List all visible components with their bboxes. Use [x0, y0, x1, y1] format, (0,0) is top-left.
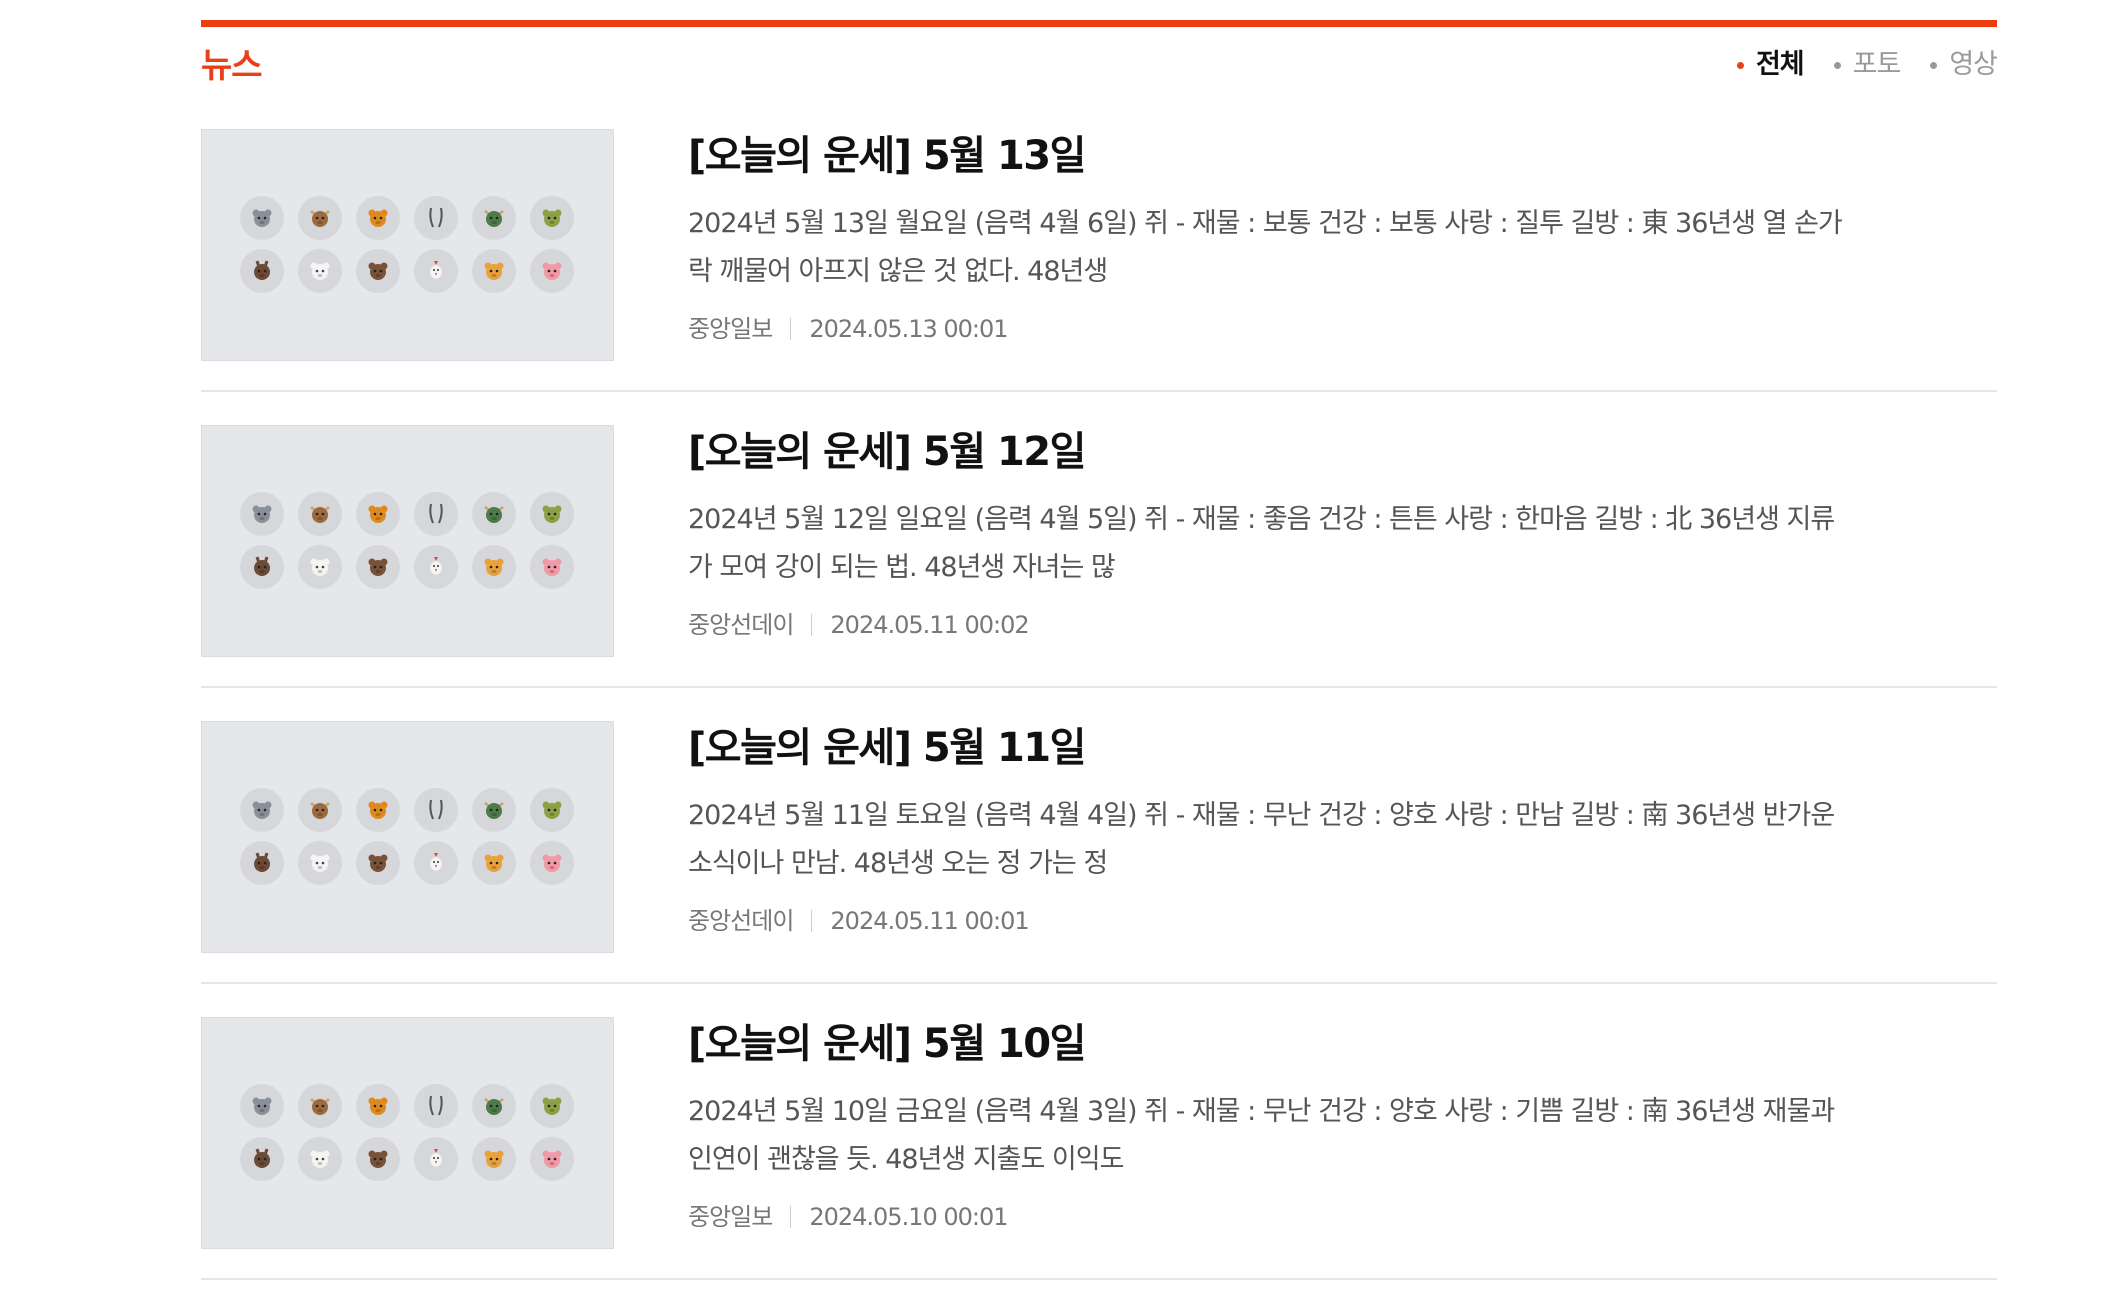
zodiac-grid	[240, 492, 574, 589]
horse-icon	[240, 249, 284, 293]
monkey-icon	[356, 1137, 400, 1181]
section-title: 뉴스	[201, 46, 263, 86]
section-top-bar	[201, 20, 1997, 27]
ox-icon	[298, 788, 342, 832]
article-datetime: 2024.05.10 00:01	[809, 1203, 1008, 1231]
rabbit-icon	[414, 1084, 458, 1128]
horse-icon	[240, 545, 284, 589]
dog-icon	[472, 249, 516, 293]
filter-label: 포토	[1852, 49, 1902, 80]
snake-icon	[530, 196, 574, 240]
zodiac-grid	[240, 1084, 574, 1181]
rabbit-icon	[414, 492, 458, 536]
ox-icon	[298, 196, 342, 240]
zodiac-grid	[240, 788, 574, 885]
pig-icon	[530, 841, 574, 885]
article-summary[interactable]: 2024년 5월 12일 일요일 (음력 4월 5일) 쥐 - 재물 : 좋음 …	[688, 496, 1848, 592]
article-title[interactable]: [오늘의 운세] 5월 13일	[688, 128, 1086, 184]
snake-icon	[530, 788, 574, 832]
article-source: 중앙일보	[688, 315, 773, 343]
rabbit-icon	[414, 196, 458, 240]
article-meta: 중앙선데이 2024.05.11 00:02	[688, 608, 1030, 642]
pig-icon	[530, 545, 574, 589]
tiger-icon	[356, 788, 400, 832]
dog-icon	[472, 545, 516, 589]
monkey-icon	[356, 545, 400, 589]
article-item[interactable]: [오늘의 운세] 5월 12일 2024년 5월 12일 일요일 (음력 4월 …	[201, 392, 1997, 688]
article-title[interactable]: [오늘의 운세] 5월 12일	[688, 424, 1086, 480]
ox-icon	[298, 1084, 342, 1128]
rabbit-icon	[414, 788, 458, 832]
article-title[interactable]: [오늘의 운세] 5월 10일	[688, 1016, 1086, 1072]
zodiac-grid	[240, 196, 574, 293]
bullet-icon	[1930, 61, 1938, 69]
pig-icon	[530, 249, 574, 293]
article-item[interactable]: [오늘의 운세] 5월 13일 2024년 5월 13일 월요일 (음력 4월 …	[201, 96, 1997, 392]
filter-photo[interactable]: 포토	[1833, 44, 1902, 86]
meta-divider	[790, 1206, 792, 1228]
sheep-icon	[298, 545, 342, 589]
rooster-icon	[414, 249, 458, 293]
article-datetime: 2024.05.11 00:01	[830, 907, 1029, 935]
tiger-icon	[356, 196, 400, 240]
article-meta: 중앙일보 2024.05.13 00:01	[688, 312, 1009, 346]
article-meta: 중앙일보 2024.05.10 00:01	[688, 1200, 1009, 1234]
meta-divider	[811, 910, 813, 932]
monkey-icon	[356, 249, 400, 293]
sheep-icon	[298, 249, 342, 293]
bullet-icon	[1736, 61, 1744, 69]
bullet-icon	[1833, 61, 1841, 69]
tiger-icon	[356, 492, 400, 536]
filter-tabs: 전체 포토 영상	[1736, 44, 1998, 86]
dragon-icon	[472, 1084, 516, 1128]
article-summary[interactable]: 2024년 5월 11일 토요일 (음력 4월 4일) 쥐 - 재물 : 무난 …	[688, 792, 1848, 888]
dragon-icon	[472, 788, 516, 832]
rooster-icon	[414, 545, 458, 589]
article-thumbnail[interactable]	[201, 425, 614, 657]
snake-icon	[530, 1084, 574, 1128]
monkey-icon	[356, 841, 400, 885]
meta-divider	[790, 318, 792, 340]
rooster-icon	[414, 1137, 458, 1181]
sheep-icon	[298, 841, 342, 885]
meta-divider	[811, 614, 813, 636]
dragon-icon	[472, 196, 516, 240]
dog-icon	[472, 1137, 516, 1181]
article-meta: 중앙선데이 2024.05.11 00:01	[688, 904, 1030, 938]
sheep-icon	[298, 1137, 342, 1181]
filter-label: 전체	[1755, 49, 1805, 80]
article-source: 중앙선데이	[688, 907, 794, 935]
tiger-icon	[356, 1084, 400, 1128]
pig-icon	[530, 1137, 574, 1181]
article-item[interactable]: [오늘의 운세] 5월 11일 2024년 5월 11일 토요일 (음력 4월 …	[201, 688, 1997, 984]
rat-icon	[240, 196, 284, 240]
article-title[interactable]: [오늘의 운세] 5월 11일	[688, 720, 1086, 776]
article-datetime: 2024.05.13 00:01	[809, 315, 1008, 343]
ox-icon	[298, 492, 342, 536]
rooster-icon	[414, 841, 458, 885]
rat-icon	[240, 1084, 284, 1128]
filter-video[interactable]: 영상	[1930, 44, 1998, 86]
snake-icon	[530, 492, 574, 536]
dragon-icon	[472, 492, 516, 536]
dog-icon	[472, 841, 516, 885]
rat-icon	[240, 788, 284, 832]
article-source: 중앙일보	[688, 1203, 773, 1231]
horse-icon	[240, 841, 284, 885]
horse-icon	[240, 1137, 284, 1181]
article-thumbnail[interactable]	[201, 721, 614, 953]
article-source: 중앙선데이	[688, 611, 794, 639]
rat-icon	[240, 492, 284, 536]
article-datetime: 2024.05.11 00:02	[830, 611, 1029, 639]
article-summary[interactable]: 2024년 5월 10일 금요일 (음력 4월 3일) 쥐 - 재물 : 무난 …	[688, 1088, 1848, 1184]
article-item[interactable]: [오늘의 운세] 5월 10일 2024년 5월 10일 금요일 (음력 4월 …	[201, 984, 1997, 1280]
article-thumbnail[interactable]	[201, 129, 614, 361]
article-summary[interactable]: 2024년 5월 13일 월요일 (음력 4월 6일) 쥐 - 재물 : 보통 …	[688, 200, 1848, 296]
article-thumbnail[interactable]	[201, 1017, 614, 1249]
filter-all[interactable]: 전체	[1736, 44, 1805, 86]
filter-label: 영상	[1949, 49, 1998, 80]
